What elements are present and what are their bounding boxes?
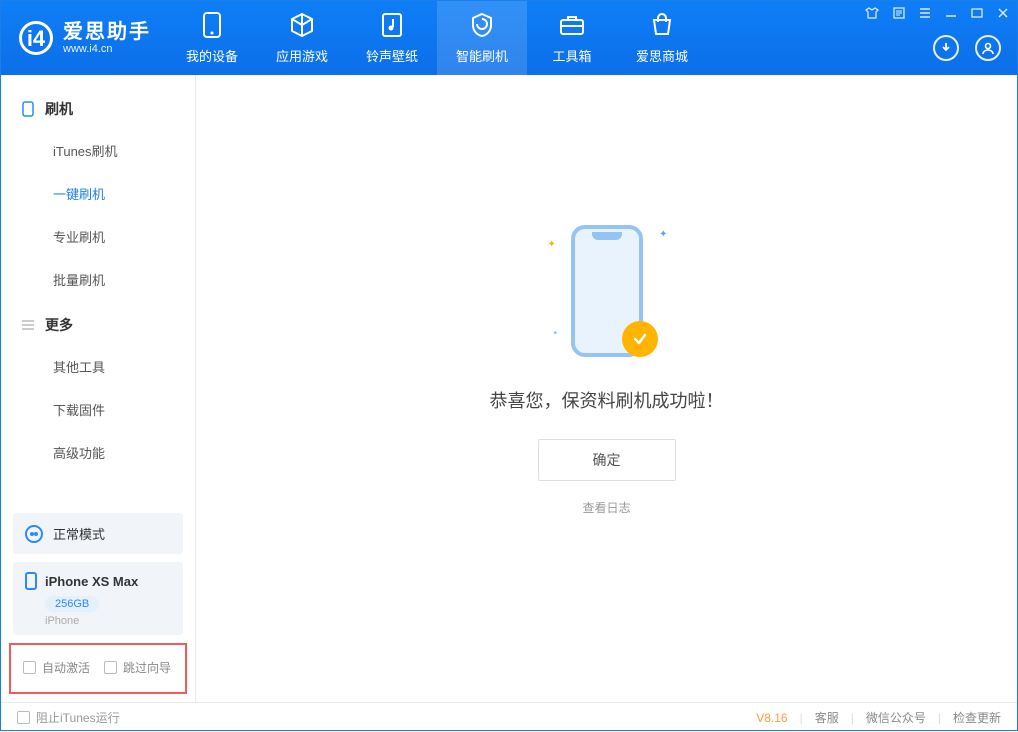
mode-label: 正常模式: [53, 524, 105, 543]
checkbox-box-icon: [23, 661, 36, 674]
nav-tab-label: 工具箱: [552, 46, 591, 65]
close-icon[interactable]: [995, 7, 1011, 22]
checkbox-box-icon: [104, 661, 117, 674]
device-box[interactable]: iPhone XS Max 256GB iPhone: [13, 562, 183, 635]
shirt-icon[interactable]: [863, 7, 881, 22]
content-area: ✦ ✦ • 恭喜您，保资料刷机成功啦！ 确定 查看日志: [196, 75, 1017, 702]
checkbox-box-icon: [17, 711, 30, 724]
nav-tab-label: 智能刷机: [456, 46, 508, 65]
footer: 阻止iTunes运行 V8.16 | 客服 | 微信公众号 | 检查更新: [1, 702, 1017, 732]
mode-icon: [25, 525, 43, 543]
sidebar-item-pro-flash[interactable]: 专业刷机: [1, 215, 195, 258]
logo-icon: i4: [19, 21, 53, 55]
checkbox-highlight-area: 自动激活 跳过向导: [9, 643, 187, 694]
nav-tab-label: 应用游戏: [276, 46, 328, 65]
success-illustration: ✦ ✦ •: [562, 221, 652, 361]
shield-icon: [468, 11, 496, 39]
menu-icon[interactable]: [917, 7, 933, 22]
sidebar-section-more: 更多: [1, 301, 195, 345]
note-icon[interactable]: [891, 7, 907, 22]
sidebar-item-download-firmware[interactable]: 下载固件: [1, 388, 195, 431]
sidebar-item-itunes-flash[interactable]: iTunes刷机: [1, 129, 195, 172]
divider: |: [800, 711, 803, 725]
sidebar-item-batch-flash[interactable]: 批量刷机: [1, 258, 195, 301]
checkbox-block-itunes[interactable]: 阻止iTunes运行: [17, 709, 120, 726]
nav-tab-apps[interactable]: 应用游戏: [257, 1, 347, 75]
checkbox-auto-activate[interactable]: 自动激活: [23, 659, 90, 676]
sidebar: 刷机 iTunes刷机 一键刷机 专业刷机 批量刷机 更多 其他工具 下载固件 …: [1, 75, 196, 702]
download-button[interactable]: [933, 35, 959, 61]
divider: |: [851, 711, 854, 725]
main-area: 刷机 iTunes刷机 一键刷机 专业刷机 批量刷机 更多 其他工具 下载固件 …: [1, 75, 1017, 702]
nav-tabs: 我的设备 应用游戏 铃声壁纸 智能刷机 工具箱: [167, 1, 707, 75]
divider: |: [938, 711, 941, 725]
toolbox-icon: [558, 11, 586, 39]
sidebar-item-oneclick-flash[interactable]: 一键刷机: [1, 172, 195, 215]
device-storage: 256GB: [45, 596, 99, 612]
music-icon: [378, 11, 406, 39]
window-controls: [863, 7, 1011, 22]
cube-icon: [288, 11, 316, 39]
footer-link-update[interactable]: 检查更新: [953, 709, 1001, 726]
footer-link-wechat[interactable]: 微信公众号: [866, 709, 926, 726]
version-label: V8.16: [756, 711, 787, 725]
sidebar-section-title: 更多: [45, 315, 73, 335]
logo-cn: 爱思助手: [63, 21, 151, 43]
app-header: i4 爱思助手 www.i4.cn 我的设备 应用游戏 铃声壁纸: [1, 1, 1017, 75]
phone-small-icon: [21, 102, 35, 116]
sparkle-icon: •: [554, 328, 558, 339]
sparkle-icon: ✦: [659, 229, 667, 240]
nav-tab-device[interactable]: 我的设备: [167, 1, 257, 75]
phone-icon: [25, 572, 37, 590]
success-message: 恭喜您，保资料刷机成功啦！: [490, 387, 724, 413]
checkbox-label: 阻止iTunes运行: [36, 709, 120, 726]
sparkle-icon: ✦: [548, 239, 556, 250]
logo-en: www.i4.cn: [63, 43, 151, 55]
sidebar-item-advanced[interactable]: 高级功能: [1, 431, 195, 474]
device-name: iPhone XS Max: [45, 574, 138, 589]
logo-area: i4 爱思助手 www.i4.cn: [1, 1, 167, 75]
checkbox-label: 跳过向导: [123, 659, 171, 676]
nav-tab-label: 爱思商城: [636, 46, 688, 65]
maximize-icon[interactable]: [969, 7, 985, 22]
header-right-buttons: [933, 35, 1001, 61]
device-sub: iPhone: [45, 615, 171, 627]
minimize-icon[interactable]: [943, 7, 959, 22]
sidebar-item-other-tools[interactable]: 其他工具: [1, 345, 195, 388]
check-badge-icon: [622, 321, 658, 357]
footer-link-support[interactable]: 客服: [815, 709, 839, 726]
nav-tab-toolbox[interactable]: 工具箱: [527, 1, 617, 75]
sidebar-bottom: 正常模式 iPhone XS Max 256GB iPhone 自动激活 跳过向…: [1, 505, 195, 702]
view-log-link[interactable]: 查看日志: [582, 499, 630, 516]
nav-tab-flash[interactable]: 智能刷机: [437, 1, 527, 75]
user-button[interactable]: [975, 35, 1001, 61]
footer-right: V8.16 | 客服 | 微信公众号 | 检查更新: [756, 709, 1001, 726]
nav-tab-label: 铃声壁纸: [366, 46, 418, 65]
nav-tab-ringtones[interactable]: 铃声壁纸: [347, 1, 437, 75]
nav-tab-shop[interactable]: 爱思商城: [617, 1, 707, 75]
list-icon: [21, 318, 35, 332]
device-icon: [198, 11, 226, 39]
sidebar-section-flash: 刷机: [1, 85, 195, 129]
shop-icon: [648, 11, 676, 39]
nav-tab-label: 我的设备: [186, 46, 238, 65]
checkbox-skip-guide[interactable]: 跳过向导: [104, 659, 171, 676]
logo-text: 爱思助手 www.i4.cn: [63, 21, 151, 55]
checkbox-label: 自动激活: [42, 659, 90, 676]
confirm-button[interactable]: 确定: [538, 439, 676, 481]
sidebar-section-title: 刷机: [45, 99, 73, 119]
mode-box[interactable]: 正常模式: [13, 513, 183, 554]
